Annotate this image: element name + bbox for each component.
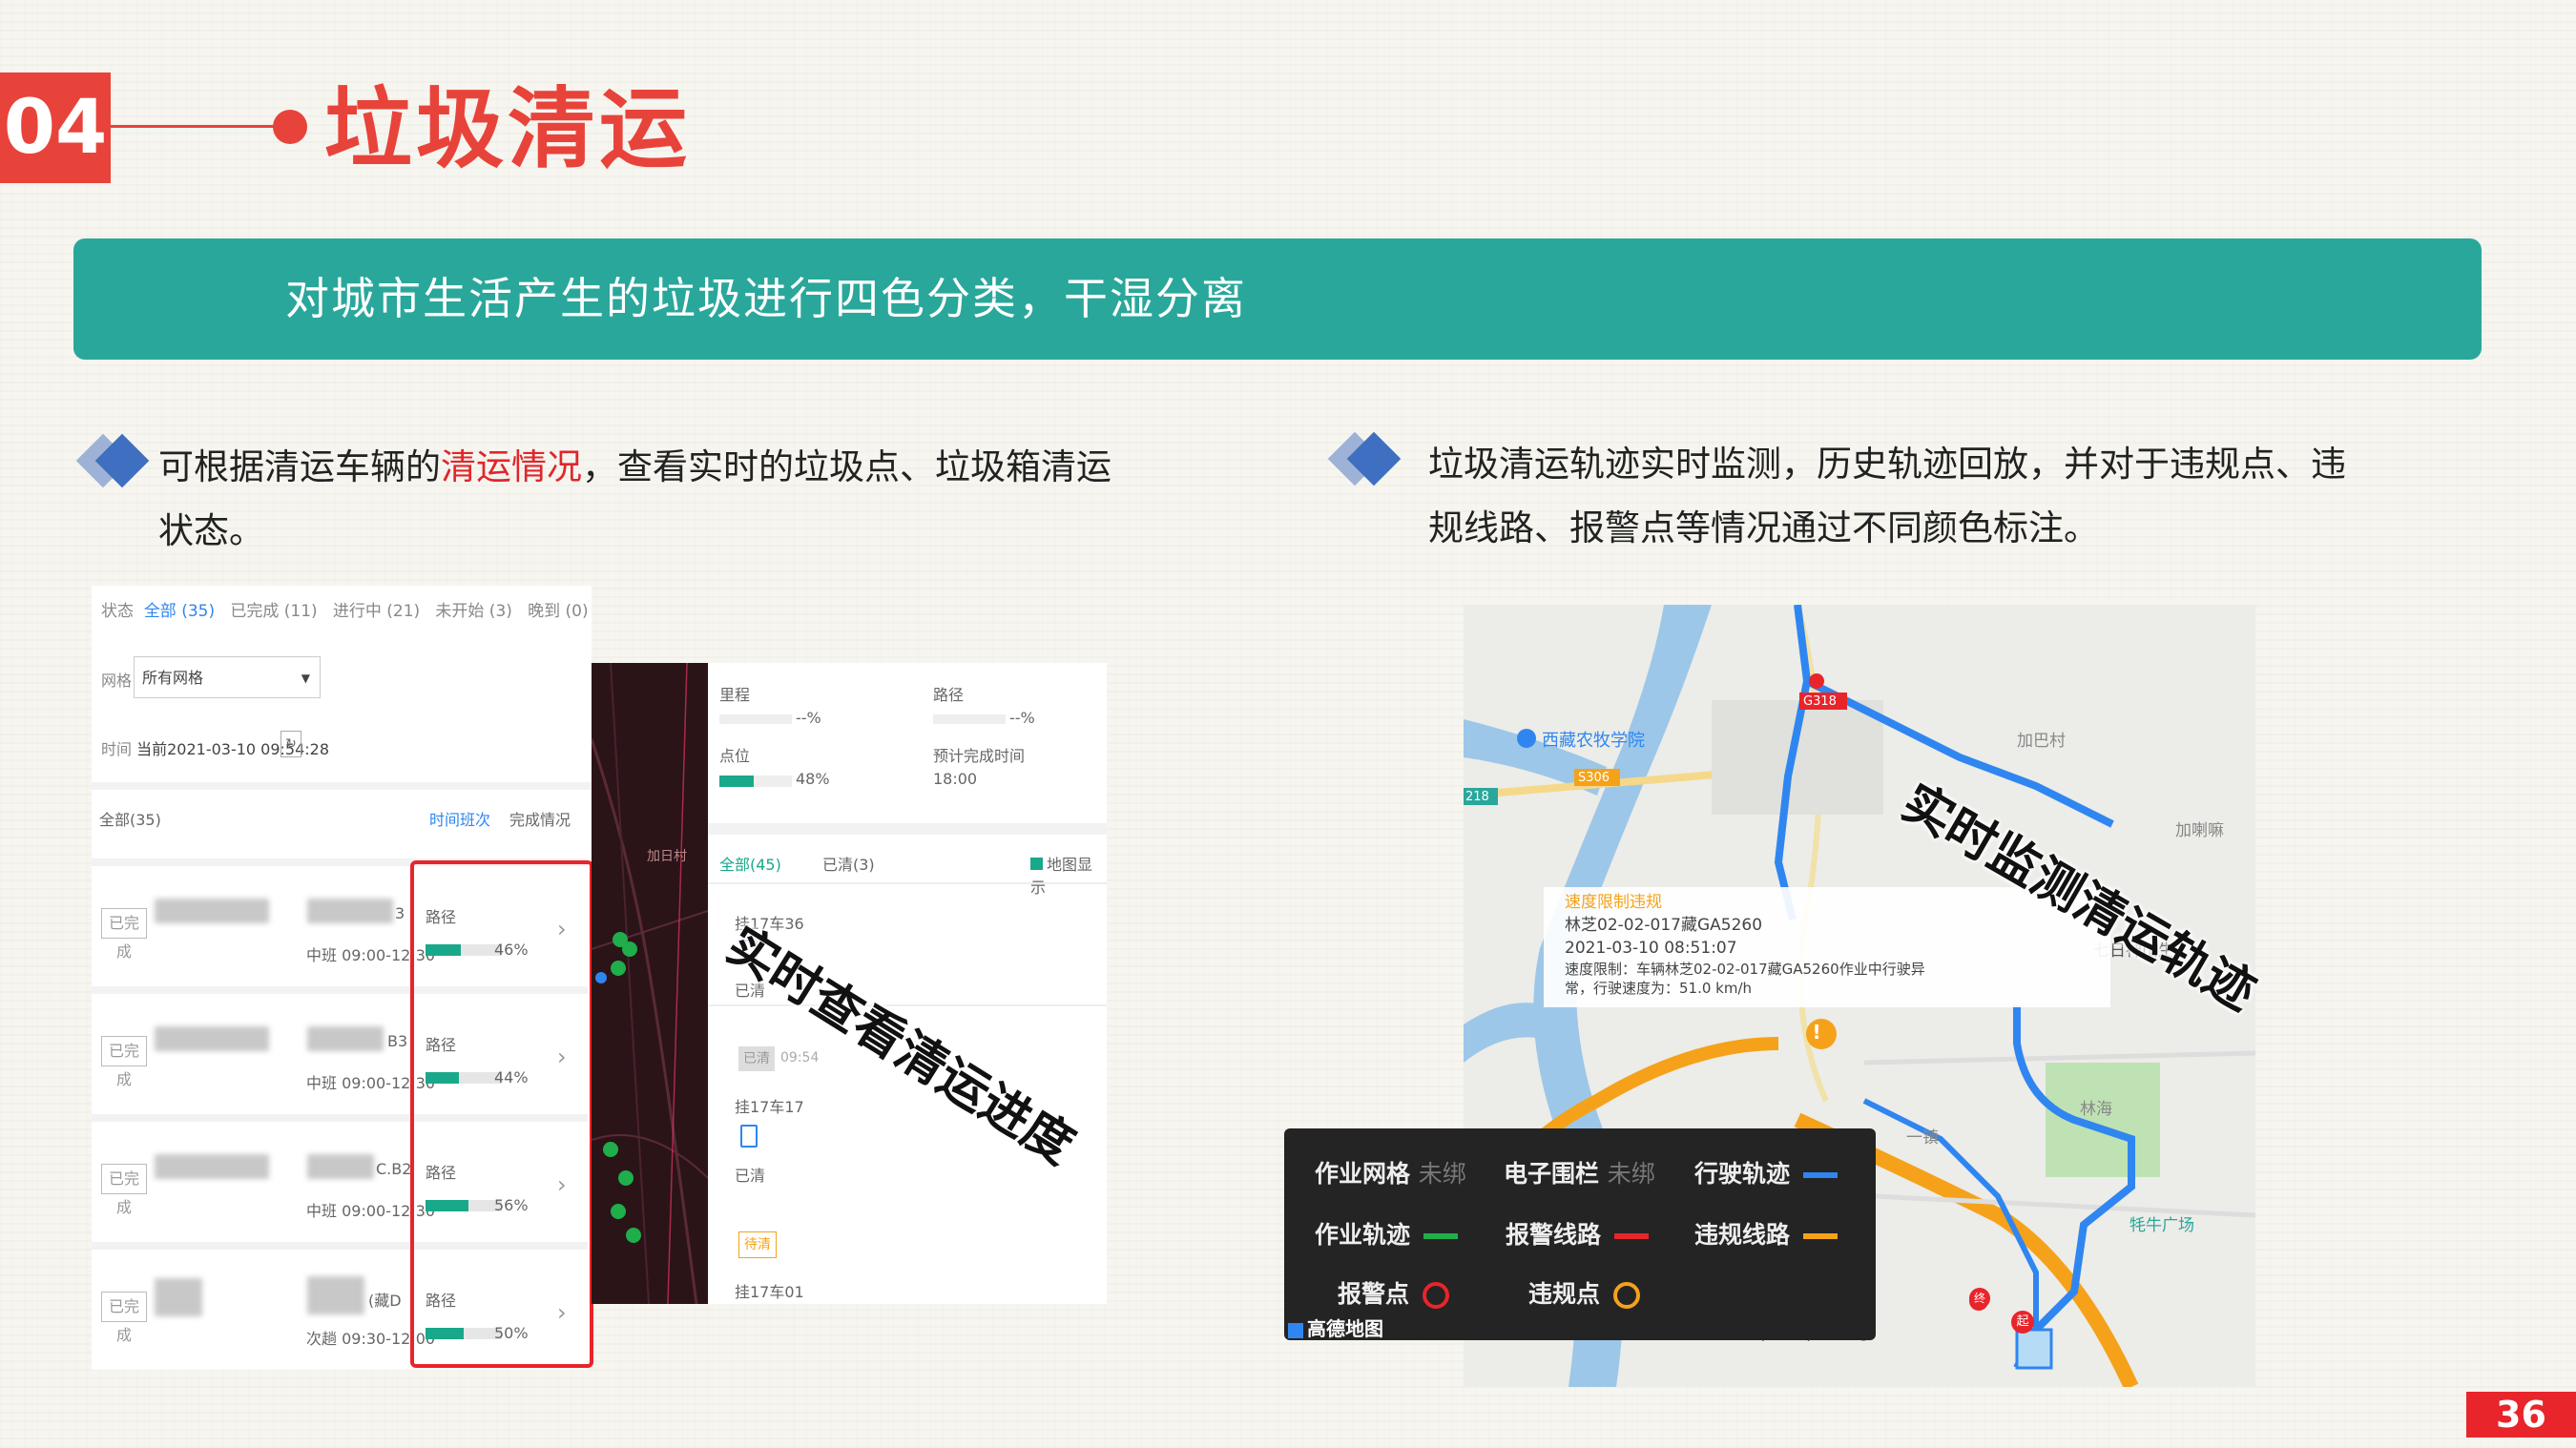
speed-alert-popup[interactable]: 速度限制违规 林芝02-02-017藏GA5260 2021-03-10 08:…: [1544, 887, 2110, 1007]
grid-label: 网格: [101, 672, 133, 690]
filter-all[interactable]: 全部 (35): [144, 602, 215, 621]
show-map-toggle[interactable]: 地图显示: [1030, 852, 1107, 898]
legend-e-fence[interactable]: 电子围栏 未绑: [1504, 1155, 1655, 1189]
blurred-plate: [307, 1154, 374, 1179]
right-description: 垃圾清运轨迹实时监测，历史轨迹回放，并对于违规点、违 规线路、报警点等情况通过不…: [1428, 444, 2346, 548]
map-label-college: 西藏农牧学院: [1542, 731, 1645, 751]
tab-cleaned[interactable]: 已清(3): [822, 852, 875, 875]
status-tag: 已完成: [101, 1292, 147, 1344]
road-label: 218: [1465, 790, 1489, 804]
alert-detail: 速度限制：车辆林芝02-02-017藏GA5260作业中行驶异 常，行驶速度为：5…: [1565, 961, 1925, 997]
list-total: 全部(35): [99, 811, 161, 829]
alert-title: 速度限制违规: [1565, 893, 1662, 912]
divider: [708, 823, 1107, 835]
blurred-plate: [155, 1026, 269, 1051]
section-connector-dot: [273, 110, 307, 144]
map-label-jiaba: 加巴村: [2017, 732, 2066, 751]
status-tag: 已完成: [101, 1164, 147, 1216]
route-start-marker: 起: [2011, 1311, 2034, 1334]
list-item[interactable]: 挂17车17: [735, 1094, 804, 1117]
blurred-plate: [155, 1154, 269, 1179]
status-badge: 待清: [738, 1231, 777, 1258]
status-filter: 状态 全部 (35) 已完成 (11) 进行中 (21) 未开始 (3) 晚到 …: [101, 602, 589, 621]
summary-banner: 对城市生活产生的垃圾进行四色分类，干湿分离: [73, 238, 2482, 360]
points-value: 48%: [796, 770, 830, 788]
vehicle-code: C.B2: [376, 1160, 412, 1178]
amap-logo: 高德地图: [1288, 1314, 1383, 1341]
map-label-linhai: 林海: [2080, 1100, 2112, 1119]
blurred-plate: [307, 1026, 384, 1051]
highlight-text: 清运情况: [441, 446, 582, 487]
legend-violate-route[interactable]: 违规线路: [1694, 1216, 1839, 1251]
map-label-square: 牦牛广场: [2129, 1216, 2194, 1235]
vehicle-code: (藏D: [368, 1292, 402, 1310]
status-badge: 已清: [738, 1046, 775, 1071]
section-number: 04: [0, 72, 111, 183]
item-status: 已清: [735, 1167, 766, 1185]
banner-text: 对城市生活产生的垃圾进行四色分类，干湿分离: [285, 273, 1247, 324]
map-legend: 作业网格 未绑 电子围栏 未绑 行驶轨迹 作业轨迹 报警线路 违规线路 报警点 …: [1284, 1128, 1876, 1340]
route-bar: [933, 714, 1006, 724]
item-time: 09:54: [780, 1050, 820, 1065]
road-label: G318: [1803, 694, 1837, 709]
dark-map-roads: [592, 663, 708, 1304]
filter-not-started[interactable]: 未开始 (3): [435, 602, 511, 621]
refresh-icon[interactable]: ↻: [280, 731, 301, 757]
section-connector-line: [111, 125, 279, 128]
eta-value: 18:00: [933, 770, 978, 788]
page-number: 36: [2466, 1392, 2576, 1438]
bullet-diamond-icon: [1327, 430, 1402, 487]
road-label: S306: [1578, 771, 1610, 785]
status-tag: 已完成: [101, 1036, 147, 1088]
route-value: --%: [1009, 709, 1035, 727]
divider: [708, 882, 1107, 884]
alert-time: 2021-03-10 08:51:07: [1565, 939, 1737, 958]
status-tag: 已完成: [101, 908, 147, 961]
vehicle-code: B3: [387, 1032, 408, 1050]
filter-late[interactable]: 晚到 (0): [528, 602, 588, 621]
left-description: 可根据清运车辆的清运情况，查看实时的垃圾点、垃圾箱清运 状态。: [158, 446, 1111, 551]
route-label: 路径: [933, 686, 965, 704]
chevron-down-icon: ▼: [301, 672, 310, 685]
tab-all[interactable]: 全部(45): [719, 852, 781, 875]
blurred-plate: [155, 899, 269, 923]
mileage-label: 里程: [719, 686, 751, 704]
sort-done-button[interactable]: 完成情况: [509, 807, 571, 830]
warning-marker-icon[interactable]: !: [1801, 1017, 1832, 1047]
mileage-bar: [719, 714, 792, 724]
trash-bin-icon: [740, 1125, 758, 1148]
blurred-plate: [155, 1278, 202, 1316]
alert-plate: 林芝02-02-017藏GA5260: [1565, 916, 1763, 935]
route-end-marker: 终: [1969, 1288, 1990, 1309]
vehicle-code: 3: [395, 904, 405, 922]
map-place-label: 加日村: [647, 849, 687, 864]
legend-drive-track[interactable]: 行驶轨迹: [1694, 1155, 1839, 1189]
sort-time-button[interactable]: 时间班次: [429, 807, 490, 830]
filter-done[interactable]: 已完成 (11): [230, 602, 317, 621]
legend-alarm-point[interactable]: 报警点: [1338, 1275, 1450, 1310]
legend-work-track[interactable]: 作业轨迹: [1315, 1216, 1459, 1251]
legend-violate-point[interactable]: 违规点: [1528, 1275, 1641, 1310]
section-title: 垃圾清运: [324, 78, 692, 180]
legend-work-grid[interactable]: 作业网格 未绑: [1315, 1155, 1466, 1189]
divider: [92, 782, 592, 790]
blurred-plate: [307, 899, 393, 923]
map-label-jiala: 加喇嘛: [2175, 821, 2224, 840]
list-item[interactable]: 挂17车01: [735, 1279, 804, 1302]
eta-label: 预计完成时间: [933, 747, 1026, 765]
dark-map: 加日村: [592, 663, 708, 1304]
filter-running[interactable]: 进行中 (21): [333, 602, 420, 621]
map-label-yizhen: 一镇: [1906, 1128, 1939, 1148]
grid-select[interactable]: 所有网格 ▼: [134, 656, 321, 698]
points-bar: [719, 776, 792, 787]
bullet-diamond-icon: [75, 432, 150, 489]
legend-alarm-route[interactable]: 报警线路: [1506, 1216, 1650, 1251]
progress-highlight-box: [410, 860, 593, 1368]
points-label: 点位: [719, 747, 751, 765]
mileage-value: --%: [796, 709, 821, 727]
blurred-plate: [307, 1276, 364, 1314]
